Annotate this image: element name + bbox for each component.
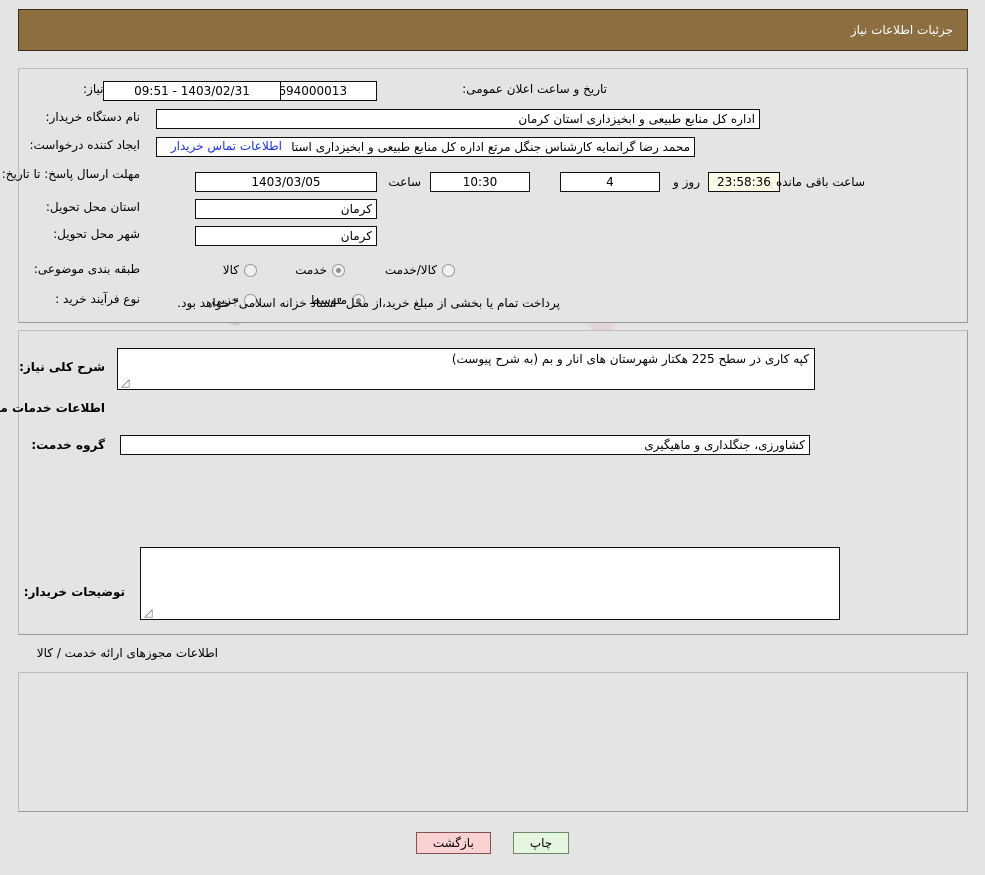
resize-grip-icon[interactable]: ◺ [121, 376, 131, 389]
announce-label-row: تاریخ و ساعت اعلان عمومی: [462, 82, 607, 96]
services-section-title: اطلاعات خدمات مورد نیاز [0, 401, 105, 415]
province-row: استان محل تحویل: [46, 200, 140, 214]
countdown-timer: 23:58:36 [708, 172, 780, 192]
category-option-khedmat[interactable]: خدمت [295, 263, 345, 277]
city-row: شهر محل تحویل: [53, 227, 140, 241]
category-label-khedmat: خدمت [295, 263, 327, 277]
print-button[interactable]: چاپ [512, 832, 570, 854]
service-group-value: کشاورزی، جنگلداری و ماهیگیری [120, 435, 810, 455]
summary-textarea[interactable]: کپه کاری در سطح 225 هکتار شهرستان های ان… [117, 348, 815, 390]
page-header-bar: جزئیات اطلاعات نیاز [18, 9, 968, 51]
creator-label: ایجاد کننده درخواست: [29, 138, 140, 152]
process-row: نوع فرآیند خرید : [55, 292, 140, 306]
city-value: کرمان [195, 226, 377, 246]
city-label: شهر محل تحویل: [53, 227, 140, 241]
countdown-suffix-label: ساعت باقی مانده [775, 175, 865, 189]
announce-datetime-value: 1403/02/31 - 09:51 [103, 81, 281, 101]
treasury-note: پرداخت تمام یا بخشی از مبلغ خرید،از محل … [177, 296, 560, 310]
category-label-kala-khedmat: کالا/خدمت [384, 263, 437, 277]
category-radio-kala[interactable] [244, 263, 257, 277]
remaining-days-value: 4 [560, 172, 660, 192]
announce-datetime-label: تاریخ و ساعت اعلان عمومی: [462, 82, 607, 96]
permits-panel [18, 672, 968, 812]
buyer-notes-textarea[interactable]: ◺ [140, 547, 840, 620]
deadline-label: مهلت ارسال پاسخ: تا تاریخ: [1, 167, 140, 181]
footer-buttons: بازگشت چاپ [0, 832, 985, 854]
resize-grip-icon-2[interactable]: ◺ [144, 606, 154, 619]
deadline-label-row: مهلت ارسال پاسخ: تا تاریخ: [2, 167, 140, 182]
buyer-org-label: نام دستگاه خریدار: [45, 110, 141, 124]
creator-row: ایجاد کننده درخواست: [29, 138, 140, 152]
deadline-date-value: 1403/03/05 [195, 172, 377, 192]
province-value: کرمان [195, 199, 377, 219]
category-label: طبقه بندی موضوعی: [33, 262, 140, 276]
category-label-kala: کالا [222, 263, 239, 277]
page-title: جزئیات اطلاعات نیاز [850, 23, 953, 37]
category-option-kala-khedmat[interactable]: کالا/خدمت [385, 263, 455, 277]
summary-label: شرح کلی نیاز: [19, 360, 105, 374]
back-button[interactable]: بازگشت [415, 832, 491, 854]
remaining-days-label: روز و [673, 175, 700, 189]
permits-section-caption: اطلاعات مجوزهای ارائه خدمت / کالا [36, 646, 218, 660]
process-label: نوع فرآیند خرید : [55, 292, 140, 306]
deadline-hour-label: ساعت [388, 175, 421, 189]
category-radio-khedmat[interactable] [332, 263, 345, 277]
buyer-org-value: اداره کل منابع طبیعی و ابخیزداری استان ک… [156, 109, 760, 129]
province-label: استان محل تحویل: [45, 200, 140, 214]
summary-text: کپه کاری در سطح 225 هکتار شهرستان های ان… [451, 352, 809, 366]
category-radio-kala-khedmat[interactable] [442, 263, 455, 277]
category-row: طبقه بندی موضوعی: [34, 262, 140, 276]
need-summary-panel [18, 68, 968, 323]
buyer-contact-link[interactable]: اطلاعات تماس خریدار [171, 139, 282, 153]
page-root: AnaTender.net جزئیات اطلاعات نیاز شماره … [0, 0, 985, 875]
buyer-notes-label: توضیحات خریدار: [23, 585, 125, 599]
category-option-kala[interactable]: کالا [223, 263, 257, 277]
service-group-label: گروه خدمت: [31, 438, 105, 452]
deadline-time-value: 10:30 [430, 172, 530, 192]
buyer-org-row: نام دستگاه خریدار: [46, 110, 141, 124]
